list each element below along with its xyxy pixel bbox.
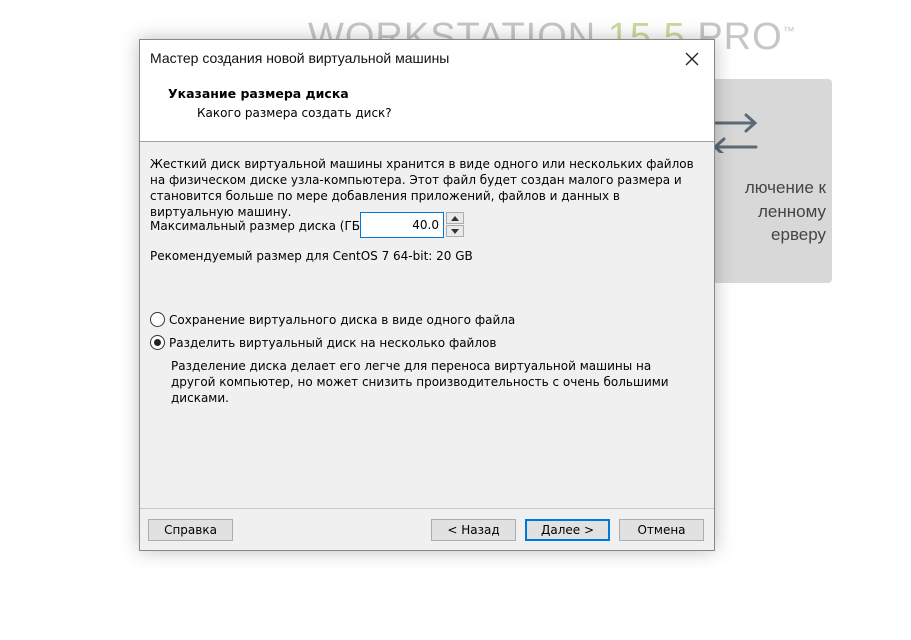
new-vm-wizard-dialog: Мастер создания новой виртуальной машины… (139, 39, 715, 551)
footer-divider (140, 508, 714, 509)
back-button[interactable]: < Назад (431, 519, 516, 541)
radio-circle[interactable] (150, 312, 165, 327)
card-label: лючение к ленному ерверу (706, 176, 826, 247)
card-line: ерверу (771, 225, 826, 244)
card-line: лючение к (744, 178, 826, 197)
close-icon (685, 52, 699, 66)
page-subtitle: Какого размера создать диск? (197, 106, 392, 120)
max-size-spinbox (360, 212, 465, 238)
arrow-down-icon (451, 228, 459, 234)
help-button[interactable]: Справка (148, 519, 233, 541)
next-button[interactable]: Далее > (525, 519, 610, 541)
swap-arrows-icon (712, 113, 758, 153)
radio-circle-checked[interactable] (150, 335, 165, 350)
radio-single-file[interactable]: Сохранение виртуального диска в виде одн… (150, 312, 515, 327)
page-title: Указание размера диска (168, 86, 349, 101)
window-title: Мастер создания новой виртуальной машины (150, 50, 450, 66)
connect-remote-server-card[interactable]: лючение к ленному ерверу (706, 79, 832, 283)
max-size-label: Максимальный размер диска (ГБ): (150, 219, 369, 233)
split-note: Разделение диска делает его легче для пе… (171, 359, 669, 405)
title-bar: Мастер создания новой виртуальной машины (140, 40, 714, 78)
card-line: ленному (758, 201, 826, 221)
cancel-button[interactable]: Отмена (619, 519, 704, 541)
wizard-header: Указание размера диска Какого размера со… (140, 78, 714, 142)
trademark: ™ (782, 24, 796, 38)
disk-description: Жесткий диск виртуальной машины хранится… (150, 157, 694, 219)
radio-split-files[interactable]: Разделить виртуальный диск на несколько … (150, 335, 496, 350)
arrow-up-icon (451, 215, 459, 221)
radio-single-label: Сохранение виртуального диска в виде одн… (169, 312, 516, 327)
radio-split-label: Разделить виртуальный диск на несколько … (169, 335, 497, 350)
spin-up-button[interactable] (446, 212, 464, 224)
max-size-input[interactable] (360, 212, 444, 238)
spin-down-button[interactable] (446, 225, 464, 237)
close-button[interactable] (676, 45, 708, 73)
recommended-size: Рекомендуемый размер для CentOS 7 64-bit… (150, 249, 473, 263)
